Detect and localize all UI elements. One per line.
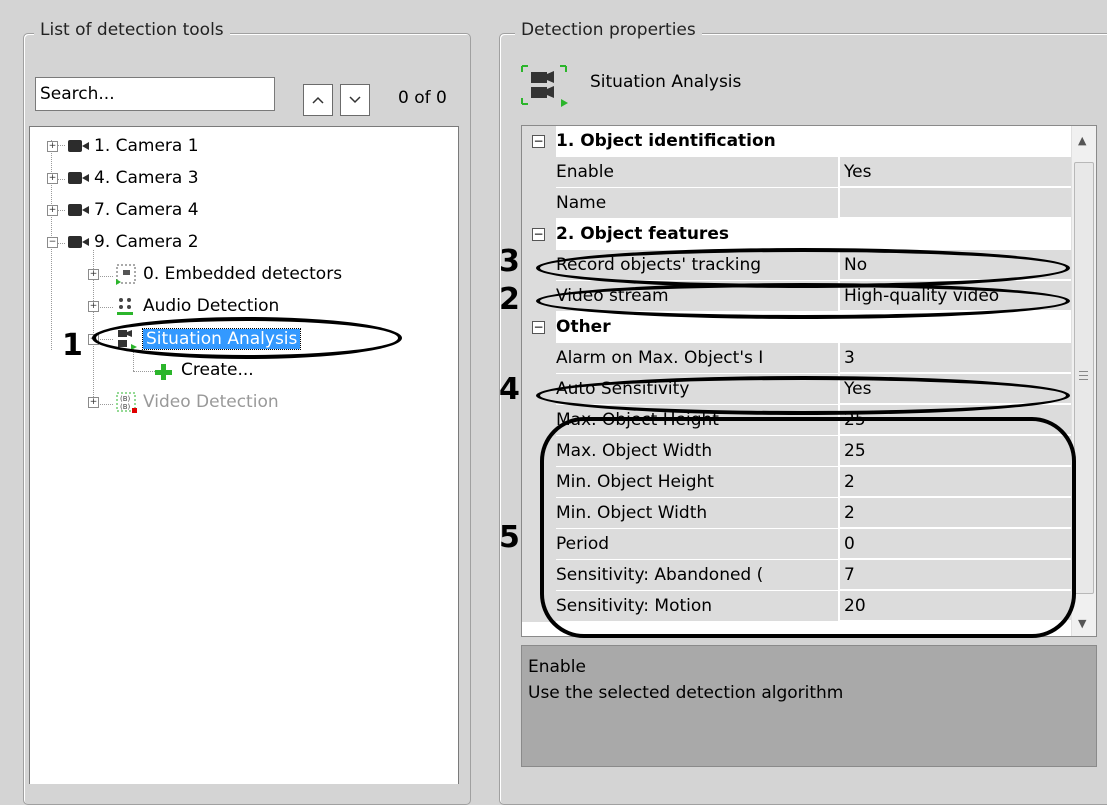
tree-item-label: 1. Camera 1 [94, 136, 199, 156]
scroll-down-icon[interactable]: ▼ [1078, 617, 1086, 630]
svg-text:(B): (B) [120, 395, 131, 403]
category-label: 2. Object features [556, 224, 729, 244]
search-input[interactable] [35, 77, 275, 111]
detection-tools-title: List of detection tools [34, 20, 230, 40]
tree-item-camera-2[interactable]: − 9. Camera 2 [44, 228, 199, 256]
description-text: Use the selected detection algorithm [528, 683, 844, 703]
property-name: Alarm on Max. Object's I [556, 343, 840, 374]
tree-item-label: 7. Camera 4 [94, 200, 199, 220]
expand-icon[interactable]: + [88, 301, 99, 312]
audio-detection-icon [117, 298, 133, 315]
collapse-icon[interactable]: − [532, 228, 545, 241]
description-title: Enable [528, 657, 586, 677]
property-name: Enable [556, 157, 840, 188]
expand-icon[interactable]: + [88, 397, 99, 408]
tree-item-embedded-detectors[interactable]: + 0. Embedded detectors [86, 260, 342, 288]
detection-header-title: Situation Analysis [590, 72, 742, 92]
annotation-number-3: 3 [499, 244, 520, 279]
svg-text:(B): (B) [120, 403, 131, 411]
arrow-up-icon [312, 96, 324, 104]
expand-icon[interactable]: + [47, 173, 58, 184]
property-row-name[interactable]: Name [522, 188, 1072, 219]
search-next-button[interactable] [340, 84, 370, 116]
property-value[interactable]: Yes [840, 157, 1072, 187]
tree-item-camera-4[interactable]: + 7. Camera 4 [44, 196, 199, 224]
tree-item-camera-1[interactable]: + 1. Camera 1 [44, 132, 199, 160]
tree-item-label: Video Detection [143, 392, 279, 412]
annotation-ellipse-2 [536, 283, 1070, 319]
annotation-ellipse-4 [536, 376, 1070, 415]
annotation-number-5: 5 [499, 520, 520, 555]
collapse-icon[interactable]: − [47, 237, 58, 248]
search-result-count: 0 of 0 [398, 88, 447, 108]
tree-item-create[interactable]: Create... [152, 356, 254, 384]
tree-item-label: Audio Detection [143, 296, 280, 316]
camera-icon [68, 139, 90, 153]
property-name: Name [556, 188, 840, 219]
property-row-alarm-max-object[interactable]: Alarm on Max. Object's I 3 [522, 343, 1072, 374]
camera-icon [68, 203, 90, 217]
expand-icon[interactable]: + [47, 141, 58, 152]
expand-icon[interactable]: + [47, 205, 58, 216]
annotation-box-5 [540, 417, 1076, 638]
video-detection-icon: (B) (B) [116, 392, 137, 413]
description-panel: Enable Use the selected detection algori… [521, 645, 1097, 767]
collapse-icon[interactable]: − [532, 321, 545, 334]
annotation-number-1: 1 [62, 328, 83, 363]
tree-item-camera-3[interactable]: + 4. Camera 3 [44, 164, 199, 192]
category-object-features[interactable]: − 2. Object features [522, 219, 1072, 250]
property-row-enable[interactable]: Enable Yes [522, 157, 1072, 188]
embedded-detectors-icon [116, 264, 136, 285]
detection-properties-title: Detection properties [515, 20, 702, 40]
tree-item-label: 9. Camera 2 [94, 232, 199, 252]
property-value[interactable] [840, 188, 1072, 218]
add-icon [155, 364, 172, 380]
arrow-down-icon [349, 96, 361, 104]
annotation-ellipse-3 [536, 248, 1070, 288]
expand-icon[interactable]: + [88, 269, 99, 280]
annotation-number-4: 4 [499, 372, 520, 407]
tree-item-label: Create... [181, 360, 254, 380]
scroll-up-icon[interactable]: ▲ [1078, 134, 1086, 147]
category-object-identification[interactable]: − 1. Object identification [522, 126, 1072, 157]
tree-item-label: 4. Camera 3 [94, 168, 199, 188]
camera-icon [68, 171, 90, 185]
situation-analysis-icon [521, 65, 568, 107]
scrollbar-thumb[interactable] [1074, 162, 1094, 594]
annotation-ellipse-1 [92, 317, 402, 359]
search-prev-button[interactable] [303, 84, 333, 116]
property-value[interactable]: 3 [840, 343, 1072, 373]
annotation-number-2: 2 [499, 282, 520, 317]
tree-item-label: 0. Embedded detectors [143, 264, 343, 284]
category-label: 1. Object identification [556, 131, 776, 151]
camera-icon [68, 235, 90, 249]
tree-item-audio-detection[interactable]: + Audio Detection [86, 292, 279, 320]
detection-tree[interactable]: + 1. Camera 1 + 4. Camera 3 + 7. Camera … [29, 126, 459, 784]
tree-item-video-detection[interactable]: + (B) (B) Video Detection [86, 388, 279, 416]
collapse-icon[interactable]: − [532, 135, 545, 148]
